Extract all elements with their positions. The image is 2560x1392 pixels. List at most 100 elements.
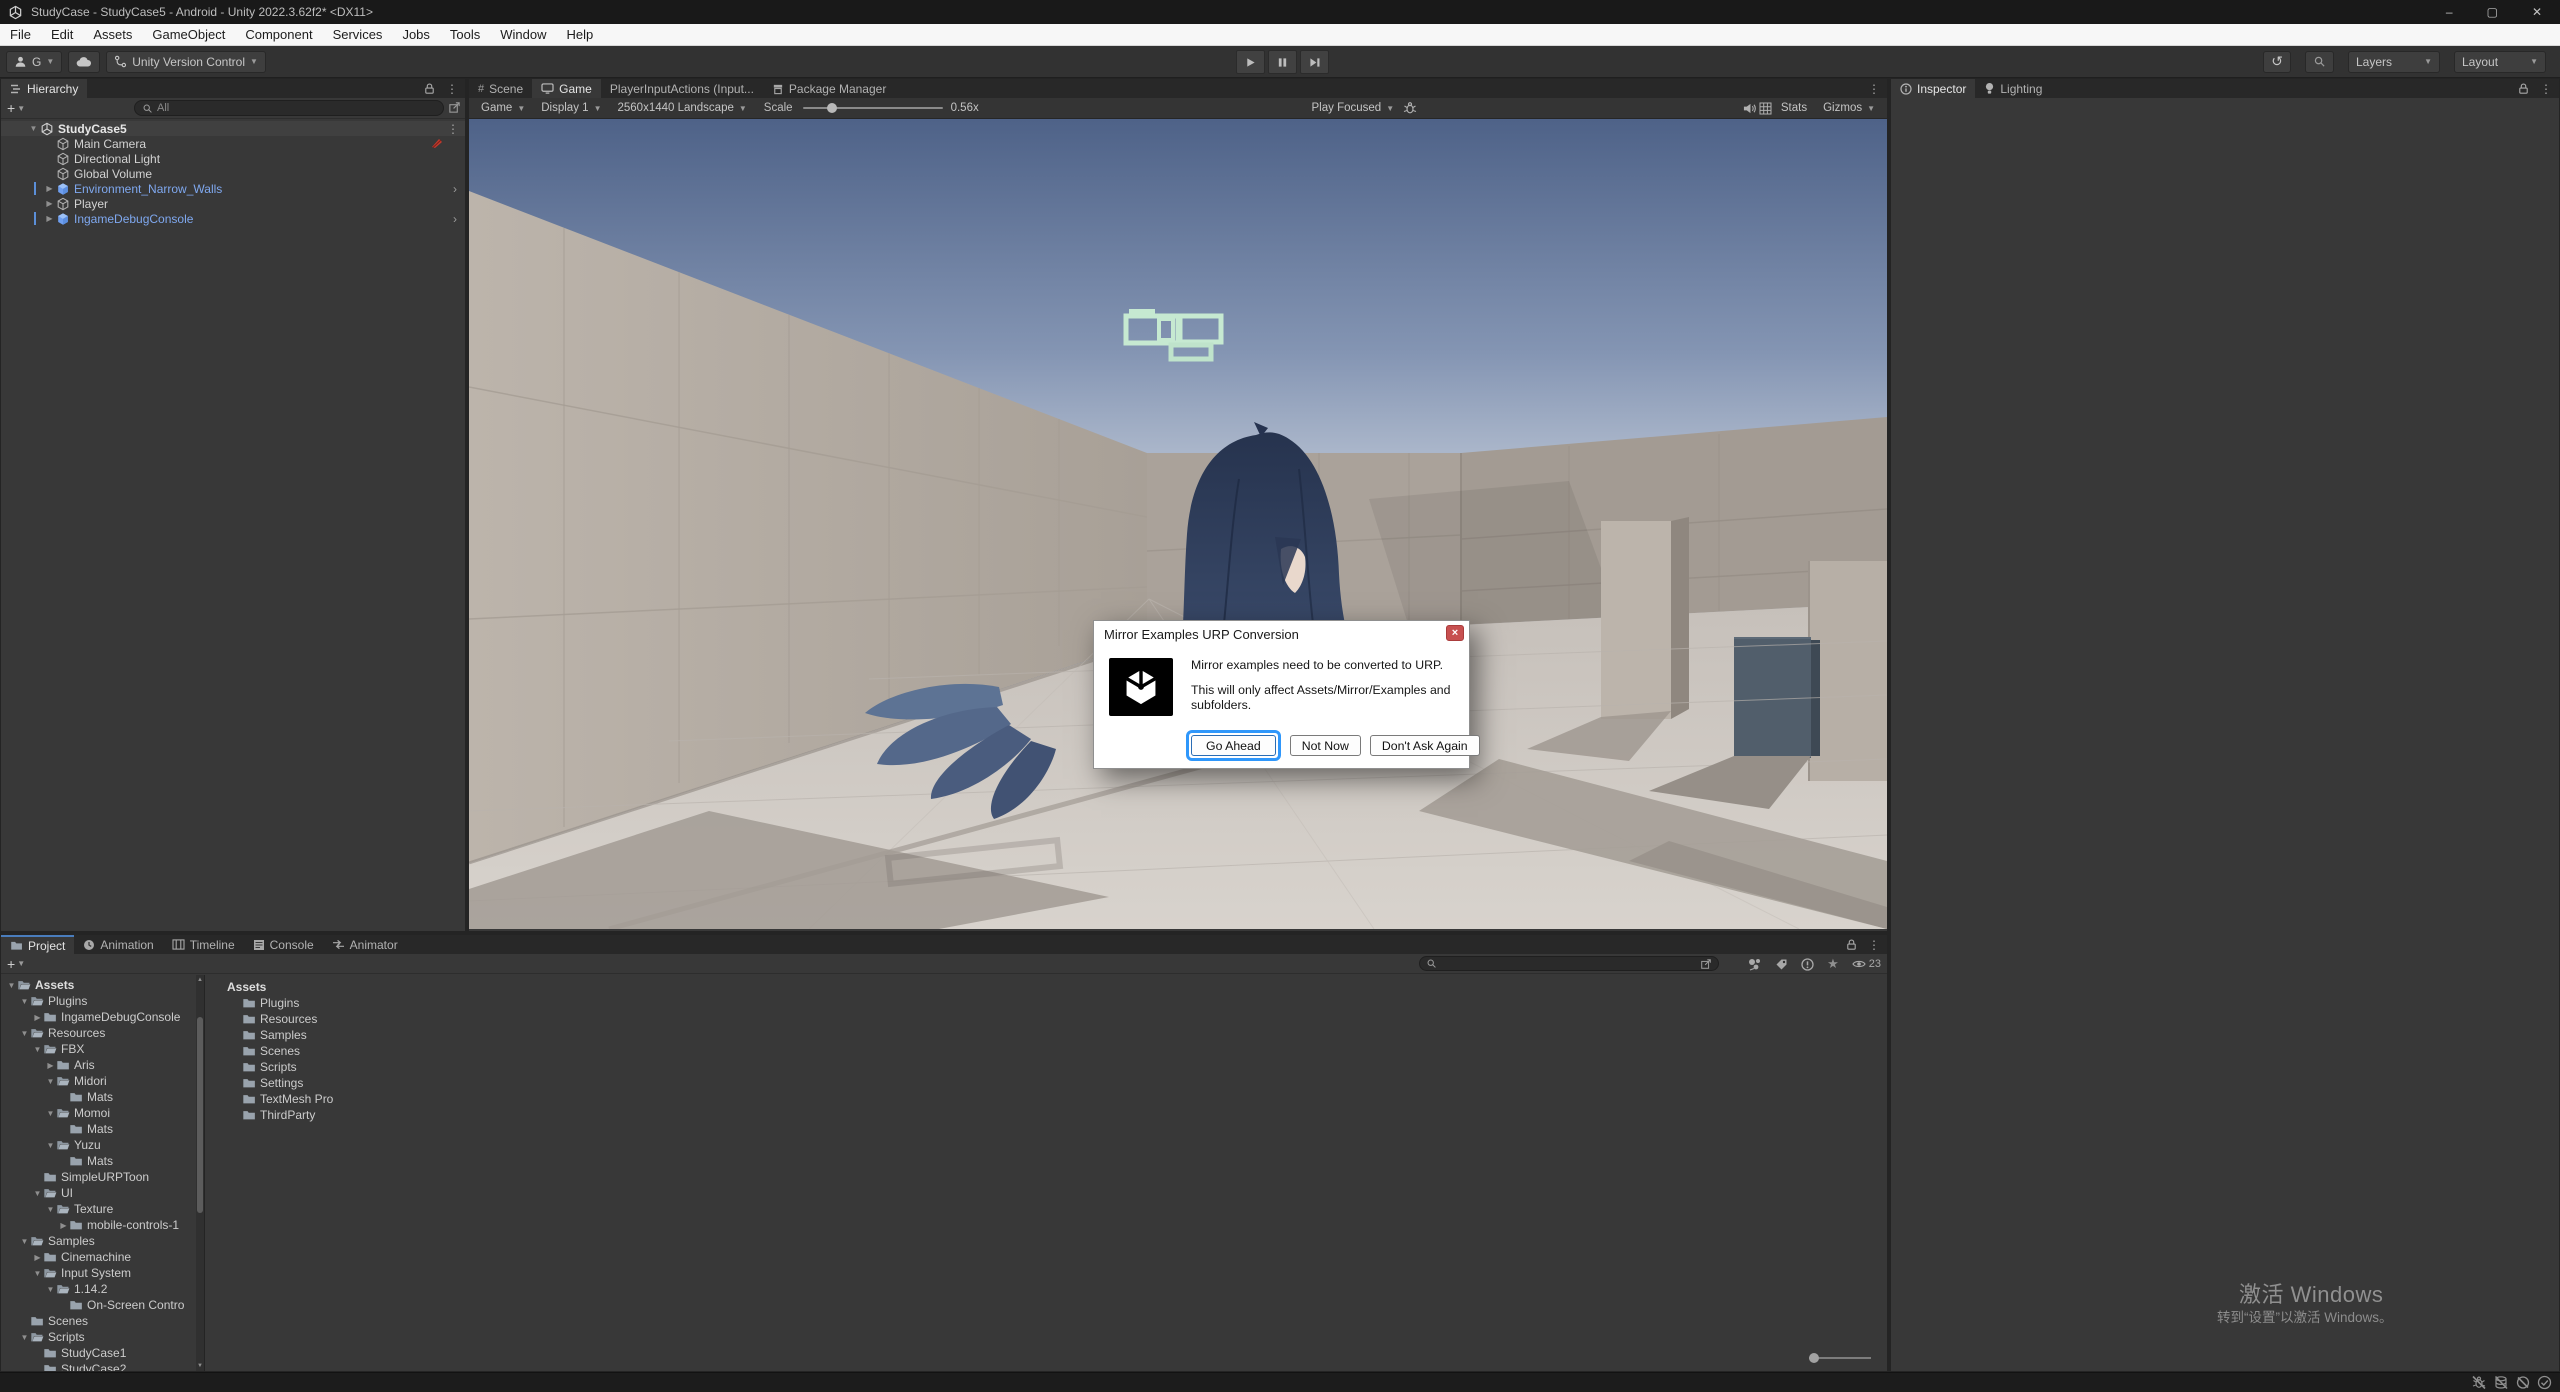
cache-server-disconnected-icon[interactable]	[2493, 1375, 2509, 1390]
expand-arrow-closed[interactable]: ▶	[43, 181, 56, 196]
project-tree-row[interactable]: ▼ Scripts	[1, 1329, 204, 1345]
window-titlebar[interactable]: StudyCase - StudyCase5 - Android - Unity…	[0, 0, 2560, 24]
expand-arrow-open[interactable]: ▼	[32, 1042, 43, 1057]
expand-arrow-open[interactable]: ▼	[45, 1138, 56, 1153]
hierarchy-search-field[interactable]: All	[134, 100, 444, 116]
open-search-window-icon[interactable]	[1700, 958, 1712, 970]
expand-arrow-open[interactable]: ▼	[45, 1202, 56, 1217]
dialog-close-button[interactable]: ×	[1446, 625, 1464, 641]
hierarchy-row[interactable]: ▶ IngameDebugConsole ›	[1, 211, 465, 226]
expand-arrow-closed[interactable]: ▶	[58, 1218, 69, 1233]
go-ahead-button[interactable]: Go Ahead	[1191, 735, 1276, 756]
inspector-menu-button[interactable]: ⋮	[2540, 82, 2552, 96]
cloud-button[interactable]	[68, 51, 100, 73]
expand-arrow-closed[interactable]: ▶	[32, 1250, 43, 1265]
hierarchy-row[interactable]: Directional Light	[1, 151, 465, 166]
expand-arrow-open[interactable]: ▼	[32, 1266, 43, 1281]
tab-animator[interactable]: Animator	[323, 935, 407, 954]
project-tree-row[interactable]: Mats	[1, 1121, 204, 1137]
project-tree-row[interactable]: ▼ Assets	[1, 977, 204, 993]
asset-list-item[interactable]: Settings	[205, 1075, 1887, 1091]
project-tree-row[interactable]: ▼ Resources	[1, 1025, 204, 1041]
expand-arrow-open[interactable]: ▼	[19, 994, 30, 1009]
stats-button[interactable]: Stats	[1774, 100, 1814, 117]
search-everywhere-button[interactable]	[2305, 51, 2334, 73]
project-tree-row[interactable]: Mats	[1, 1089, 204, 1105]
scene-menu-button[interactable]: ⋮	[447, 122, 459, 136]
menu-item[interactable]: GameObject	[142, 24, 235, 45]
project-tree-row[interactable]: On-Screen Contro	[1, 1297, 204, 1313]
project-tree-row[interactable]: StudyCase2	[1, 1361, 204, 1371]
project-tree-row[interactable]: ▶ Cinemachine	[1, 1249, 204, 1265]
hidden-count-toggle[interactable]: 23	[1852, 958, 1881, 970]
prefab-chevron[interactable]: ›	[453, 182, 457, 196]
debugger-disabled-icon[interactable]	[2471, 1375, 2487, 1390]
menu-item[interactable]: Tools	[440, 24, 490, 45]
expand-arrow-closed[interactable]: ▶	[43, 196, 56, 211]
tab-animation[interactable]: Animation	[74, 935, 162, 954]
project-tree-row[interactable]: ▼ UI	[1, 1185, 204, 1201]
menu-item[interactable]: Edit	[41, 24, 83, 45]
expand-arrow-closed[interactable]: ▶	[43, 211, 56, 226]
menu-item[interactable]: Component	[235, 24, 322, 45]
game-viewport[interactable]	[469, 119, 1887, 929]
asset-list-item[interactable]: Scripts	[205, 1059, 1887, 1075]
menu-item[interactable]: Jobs	[392, 24, 439, 45]
lock-icon[interactable]	[1845, 938, 1858, 951]
expand-arrow-open[interactable]: ▼	[27, 121, 40, 136]
tab-inspector[interactable]: Inspector	[1891, 79, 1975, 98]
version-control-button[interactable]: Unity Version Control▼	[106, 51, 266, 73]
game-display-target-dropdown[interactable]: Game▼	[474, 100, 532, 117]
hierarchy-row[interactable]: ▶ Environment_Narrow_Walls ›	[1, 181, 465, 196]
expand-arrow-open[interactable]: ▼	[19, 1234, 30, 1249]
frame-debugger-icon[interactable]	[1403, 101, 1417, 115]
dialog-titlebar[interactable]: Mirror Examples URP Conversion	[1094, 621, 1469, 647]
play-focused-dropdown[interactable]: Play Focused▼	[1305, 100, 1402, 117]
project-tree-row[interactable]: ▼ 1.14.2	[1, 1281, 204, 1297]
tab-project[interactable]: Project	[1, 935, 74, 954]
game-panel-menu-button[interactable]: ⋮	[1868, 82, 1880, 96]
tab-playerinputactions[interactable]: PlayerInputActions (Input...	[601, 79, 763, 98]
asset-list-item[interactable]: TextMesh Pro	[205, 1091, 1887, 1107]
maximize-button[interactable]: ▢	[2487, 5, 2498, 19]
project-tree-row[interactable]: Mats	[1, 1153, 204, 1169]
vsync-grid-icon[interactable]	[1759, 102, 1772, 115]
expand-arrow-open[interactable]: ▼	[45, 1106, 56, 1121]
scale-slider[interactable]	[803, 107, 943, 109]
project-search-field[interactable]	[1419, 956, 1719, 971]
tab-lighting[interactable]: Lighting	[1975, 79, 2051, 98]
asset-list-item[interactable]: Samples	[205, 1027, 1887, 1043]
not-now-button[interactable]: Not Now	[1290, 735, 1361, 756]
project-tree-row[interactable]: ▼ Plugins	[1, 993, 204, 1009]
lock-icon[interactable]	[2517, 82, 2530, 95]
project-tree-row[interactable]: ▼ Samples	[1, 1233, 204, 1249]
project-tree-row[interactable]: ▼ Input System	[1, 1265, 204, 1281]
hierarchy-row[interactable]: Global Volume	[1, 166, 465, 181]
account-button[interactable]: G▼	[6, 51, 62, 73]
project-menu-button[interactable]: ⋮	[1868, 938, 1880, 952]
favorites-star-icon[interactable]: ★	[1827, 956, 1839, 972]
hierarchy-add-button[interactable]: +▼	[1, 100, 31, 116]
pause-button[interactable]	[1268, 50, 1297, 74]
expand-arrow-closed[interactable]: ▶	[45, 1058, 56, 1073]
display-dropdown[interactable]: Display 1▼	[534, 100, 608, 117]
expand-arrow-open[interactable]: ▼	[6, 978, 17, 993]
asset-list-item[interactable]: Plugins	[205, 995, 1887, 1011]
project-tree-row[interactable]: ▼ Texture	[1, 1201, 204, 1217]
menu-item[interactable]: Services	[323, 24, 393, 45]
hierarchy-menu-button[interactable]: ⋮	[446, 82, 458, 96]
project-tree-row[interactable]: ▼ FBX	[1, 1041, 204, 1057]
layers-dropdown[interactable]: Layers▼	[2348, 51, 2440, 73]
undo-history-button[interactable]: ↺	[2263, 51, 2291, 73]
menu-item[interactable]: Assets	[83, 24, 142, 45]
asset-list-item[interactable]: Scenes	[205, 1043, 1887, 1059]
expand-arrow-open[interactable]: ▼	[32, 1186, 43, 1201]
project-add-button[interactable]: +▼	[1, 956, 31, 972]
icon-size-slider[interactable]	[1809, 1353, 1871, 1363]
project-search-input[interactable]	[1441, 958, 1696, 970]
expand-arrow-closed[interactable]: ▶	[32, 1010, 43, 1025]
project-tree-row[interactable]: ▼ Yuzu	[1, 1137, 204, 1153]
search-by-type-icon[interactable]	[1747, 957, 1762, 971]
hierarchy-row[interactable]: Main Camera	[1, 136, 465, 151]
project-tree-row[interactable]: SimpleURPToon	[1, 1169, 204, 1185]
